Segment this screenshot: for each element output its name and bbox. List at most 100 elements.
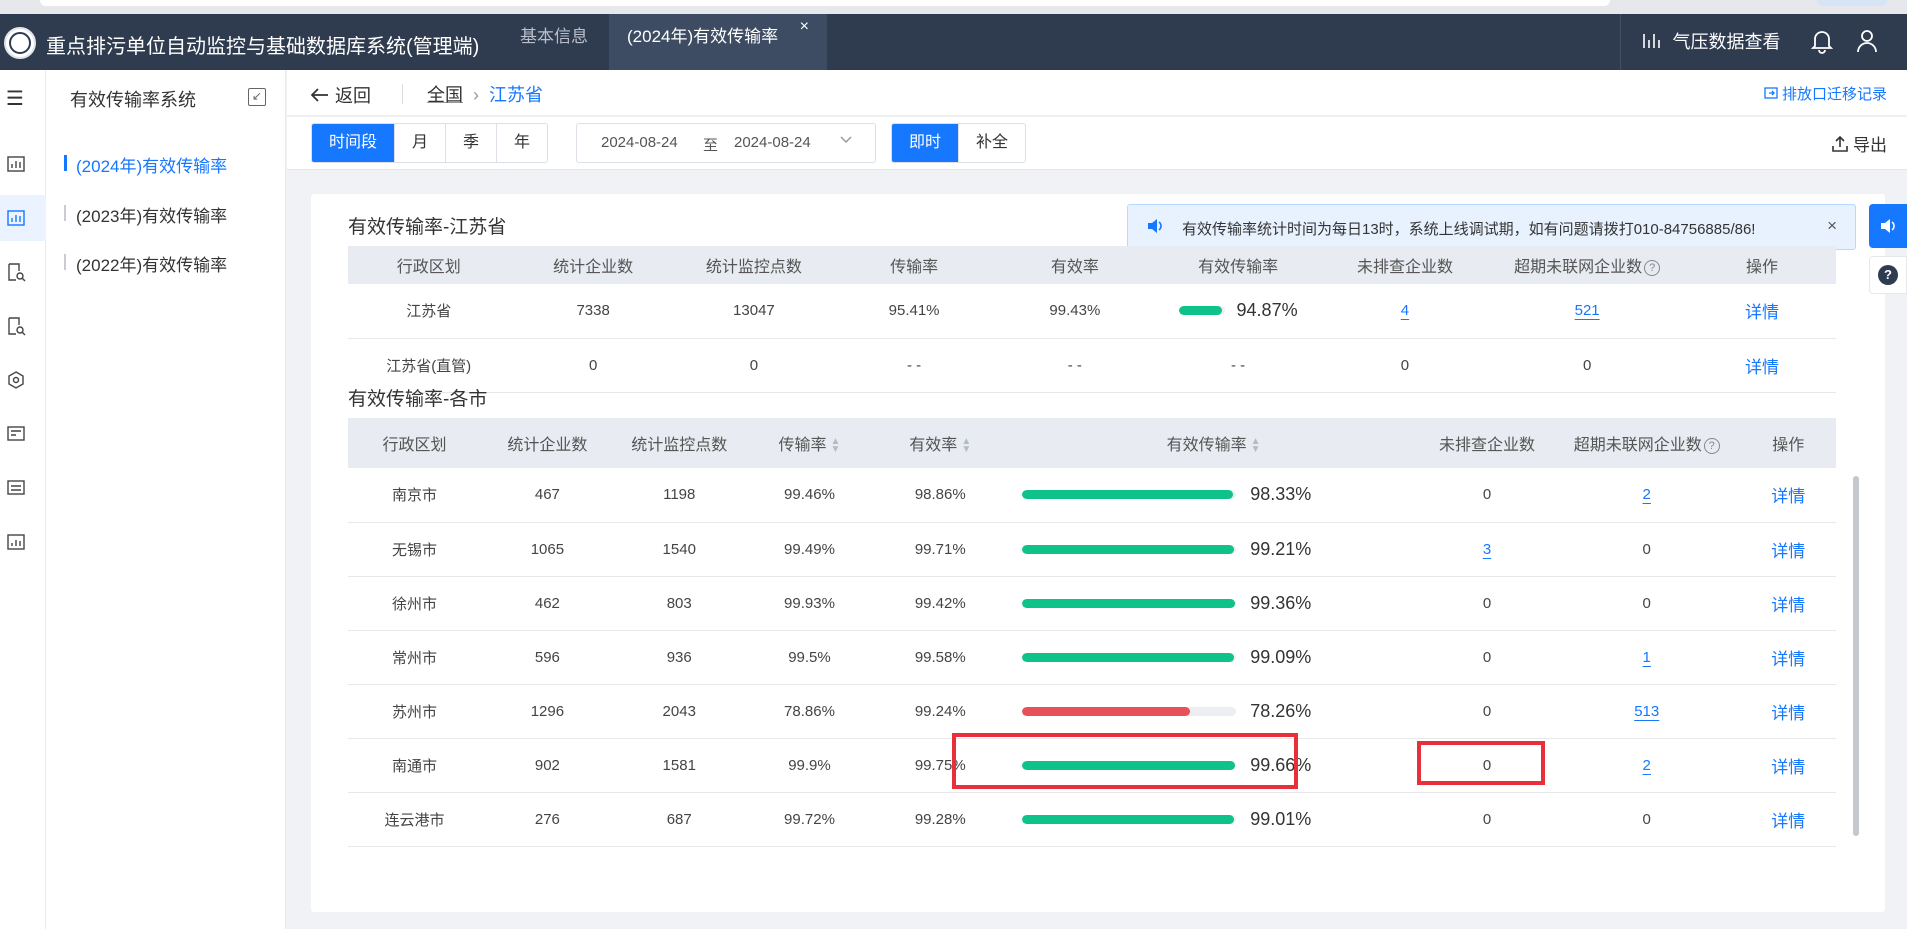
cell-unchecked: 4 [1323,284,1487,339]
detail-link[interactable]: 详情 [1745,303,1779,322]
cell-valid: 99.71% [874,522,1007,577]
date-range-picker[interactable]: 2024-08-24 至 2024-08-24 [576,123,876,163]
chart-icon[interactable] [6,154,28,176]
col-action: 操作 [1740,418,1836,468]
stats-icon[interactable] [6,532,28,554]
close-notice-icon[interactable]: × [1827,216,1837,236]
migration-record-link[interactable]: 排放口迁移记录 [1764,83,1887,104]
detail-link[interactable]: 详情 [1771,758,1805,777]
overdue-link[interactable]: 513 [1634,703,1659,720]
sidebar-item-2023[interactable]: (2023年)有效传输率 [64,202,227,227]
cell-unchecked: 0 [1421,630,1553,685]
speaker-float-button[interactable] [1869,204,1907,248]
cell-action: 详情 [1740,630,1836,685]
period-range[interactable]: 时间段 [312,124,396,162]
help-float-button[interactable]: ? [1869,256,1907,294]
cell-action: 详情 [1688,338,1836,393]
back-button[interactable]: 返回 [310,82,371,108]
detail-link[interactable]: 详情 [1745,358,1779,377]
tab-basic-info[interactable]: 基本信息 [506,14,606,70]
detail-link[interactable]: 详情 [1771,704,1805,723]
cell-enterprise: 0 [509,338,677,393]
collapse-icon[interactable]: ↙ [248,88,266,106]
overdue-link[interactable]: 2 [1643,757,1651,774]
speaker-icon [1146,217,1164,240]
monitor-icon[interactable] [6,478,28,500]
sort-icon[interactable]: ▲ ▼ [961,436,971,454]
cell-transmission: - - [830,338,998,393]
sidebar-title: 有效传输率系统 [70,90,196,110]
cell-enterprise: 1065 [480,522,614,577]
period-month[interactable]: 月 [395,124,447,162]
table-row: 徐州市 462 803 99.93% 99.42% 99.36% 0 0 详情 [348,576,1836,631]
tab-effective-rate-2024[interactable]: (2024年)有效传输率 × [609,14,827,70]
col-effective-rate[interactable]: 有效传输率 ▲ ▼ [1006,418,1422,468]
overdue-link[interactable]: 1 [1643,649,1651,666]
chevron-right-icon: › [473,85,479,105]
detail-link[interactable]: 详情 [1771,650,1805,669]
cell-transmission: 99.46% [744,468,875,523]
menu-icon[interactable]: ☰ [6,86,28,111]
cell-unchecked: 3 [1421,522,1553,577]
search-doc-icon[interactable] [6,262,28,284]
cell-effective: - - [1152,338,1324,393]
sort-icon[interactable]: ▲ ▼ [1251,436,1261,454]
export-button[interactable]: 导出 [1831,131,1887,156]
address-bar[interactable] [40,0,1610,6]
col-effective-rate: 有效传输率 [1152,246,1324,284]
close-icon[interactable]: × [800,4,809,50]
report-icon[interactable] [6,424,28,446]
sidebar-item-2024[interactable]: (2024年)有效传输率 [64,152,227,177]
mode-selector: 即时 补全 [891,123,1027,163]
col-transmission-rate[interactable]: 传输率 ▲ ▼ [744,418,875,468]
overdue-link[interactable]: 2 [1643,486,1651,503]
cell-effective: 78.26% [1006,684,1422,739]
mode-instant[interactable]: 即时 [892,124,960,162]
scrollbar[interactable] [1853,476,1859,836]
date-end: 2024-08-24 [734,134,811,151]
mode-complete[interactable]: 补全 [959,124,1025,162]
cell-transmission: 78.86% [744,684,875,739]
settings-icon[interactable] [6,370,28,392]
detail-link[interactable]: 详情 [1771,542,1805,561]
unchecked-link[interactable]: 4 [1401,302,1409,319]
sidebar-item-2022[interactable]: (2022年)有效传输率 [64,251,227,276]
cell-region: 南通市 [348,738,481,793]
progress-bar [1022,544,1237,554]
unchecked-link[interactable]: 3 [1483,541,1491,558]
detail-link[interactable]: 详情 [1771,487,1805,506]
main-content: 返回 全国 › 江苏省 排放口迁移记录 时间段 月 季 年 2024-08-24 至… [287,70,1907,929]
detail-link[interactable]: 详情 [1771,596,1805,615]
sidebar: 有效传输率系统 ↙ (2024年)有效传输率 (2023年)有效传输率 (202… [46,70,286,929]
chart-icon-active[interactable] [6,208,28,230]
app-logo [4,27,36,59]
help-icon[interactable]: ? [1703,438,1720,454]
cell-points: 1540 [613,522,745,577]
icon-rail: ☰ [0,70,46,929]
detail-link[interactable]: 详情 [1771,812,1805,831]
user-icon[interactable] [1855,28,1879,54]
overdue-link[interactable]: 521 [1575,302,1600,319]
sort-icon[interactable]: ▲ ▼ [831,436,841,454]
col-valid-rate[interactable]: 有效率 ▲ ▼ [874,418,1007,468]
col-valid-label: 有效率 [909,437,958,454]
notice-text: 有效传输率统计时间为每日13时，系统上线调试期，如有问题请拨打010-84756… [1182,221,1756,238]
cell-overdue: 513 [1552,684,1741,739]
table-row: 江苏省(直管) 0 0 - - - - - - 0 0 详情 [348,338,1836,393]
cell-valid: 99.43% [997,284,1153,339]
tab-label: (2024年)有效传输率 [627,27,779,46]
period-year[interactable]: 年 [497,124,547,162]
breadcrumb-root[interactable]: 全国 [427,85,463,105]
browser-button[interactable] [1817,0,1887,6]
bell-icon[interactable] [1810,28,1834,54]
cell-overdue: 2 [1552,468,1741,523]
cell-points: 803 [613,576,745,631]
pressure-data-button[interactable]: 气压数据查看 [1642,28,1780,54]
help-icon[interactable]: ? [1644,260,1661,276]
export-label: 导出 [1853,136,1887,155]
cell-region: 江苏省 [348,284,510,339]
search-doc-icon-2[interactable] [6,316,28,338]
cell-unchecked: 0 [1421,684,1553,739]
period-quarter[interactable]: 季 [446,124,498,162]
cell-unchecked: 0 [1323,338,1487,393]
